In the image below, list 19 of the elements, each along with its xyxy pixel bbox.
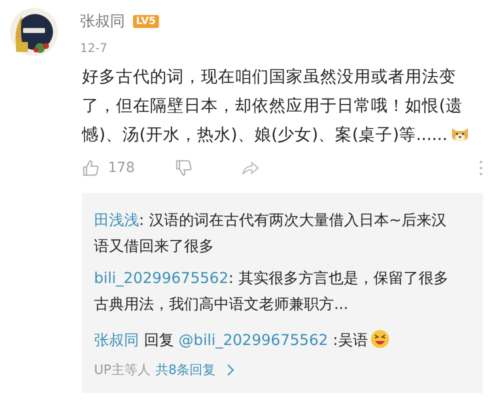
like-count: 178: [108, 160, 135, 176]
more-replies-link[interactable]: 共8条回复: [155, 361, 216, 379]
user-link[interactable]: 田浅浅: [94, 211, 139, 229]
footer-label: UP主等人: [94, 362, 150, 379]
comment-text: 好多古代的词，现在咱们国家虽然没用或者用法变了，但在隔壁日本，却依然应用于日常哦！如恨(遗憾)、汤(开水，热水)、娘(少女)、案(桌子)等......: [82, 62, 483, 149]
user-link[interactable]: 张叔同: [94, 331, 139, 349]
reply-text: 田浅浅: 汉语的词在古代有两次大量借入日本~后来汉语又借回来了很多: [94, 210, 448, 257]
share-icon[interactable]: [240, 159, 259, 177]
comment-date: 12-7: [80, 41, 108, 55]
mention-link[interactable]: @bili_20299675562: [178, 331, 328, 349]
thumbs-up-icon[interactable]: [82, 159, 100, 177]
level-badge: LV5: [133, 15, 159, 28]
thumbs-down-icon[interactable]: [174, 159, 193, 177]
reply-text: bili_20299675562: 其实很多方言也是，保留了很多古典用法，我们高中语文老师兼职方...: [94, 268, 449, 315]
author-name[interactable]: 张叔同: [80, 12, 125, 31]
more-icon[interactable]: [479, 160, 483, 176]
reply-text: 张叔同 回复 @bili_20299675562 :吴语: [94, 327, 449, 353]
chevron-right-icon[interactable]: [226, 364, 234, 376]
user-link[interactable]: bili_20299675562: [94, 269, 229, 287]
